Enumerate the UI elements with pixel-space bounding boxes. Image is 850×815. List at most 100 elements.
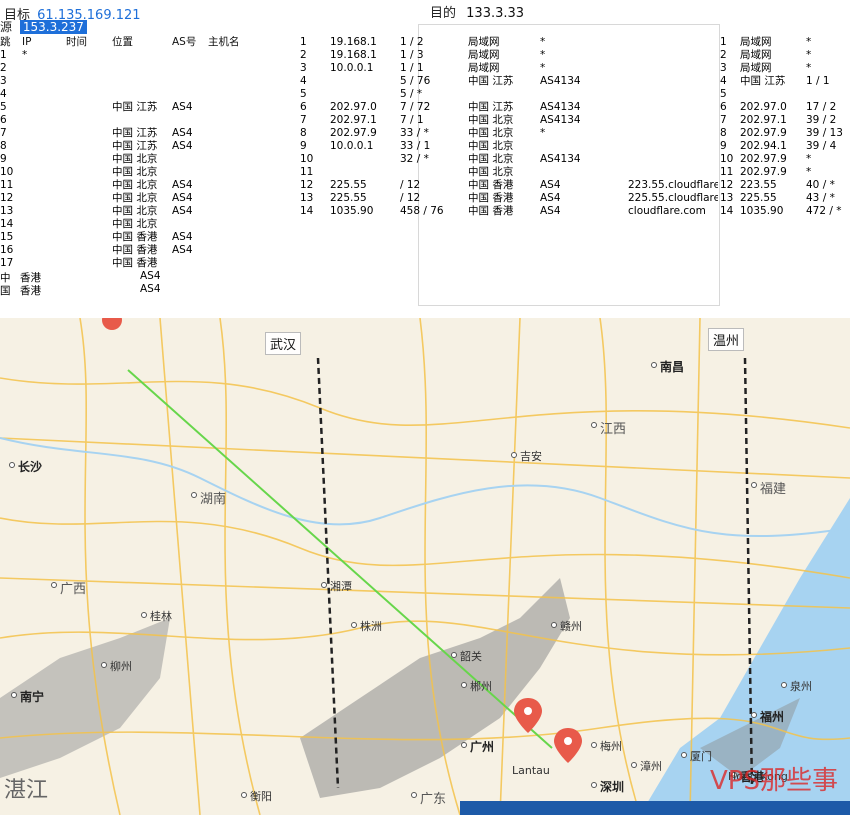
map-place-label[interactable]: 梅州: [600, 738, 622, 754]
table-row[interactable]: 15 中国 香港 AS4: [0, 231, 440, 244]
route-map[interactable]: 长沙 株洲 湘潭 衡阳 郴州 赣州 吉安 南昌 福州 厦门 泉州 漳州 梅州 韶关 广州 深圳 香港 桂林 柳州 南宁…: [0, 318, 850, 815]
table-row[interactable]: 2 19.168.1 1 / 3 局域网 *: [300, 49, 720, 62]
hop-cell: 6: [0, 114, 7, 126]
location-cell: 中国 北京: [112, 205, 158, 217]
hop-cell: 11: [720, 166, 734, 178]
table-row[interactable]: 1 局域网 *: [720, 36, 850, 49]
table-row[interactable]: 1 19.168.1 1 / 2 局域网 *: [300, 36, 720, 49]
left-sub-prefix: 源: [0, 20, 13, 34]
as-cell: AS4134: [540, 114, 581, 126]
city-dot: [631, 762, 637, 768]
city-dot: [591, 422, 597, 428]
table-row[interactable]: 8 202.97.9 33 / * 中国 北京 *: [300, 127, 720, 140]
traceroute-panel: 目标 61.135.169.121 源 153.3.237 跳 IP 时间 位置…: [0, 0, 850, 318]
table-row[interactable]: 11 中国 北京: [300, 166, 720, 179]
map-pin[interactable]: [102, 318, 122, 330]
map-control-right[interactable]: 温州: [708, 328, 745, 351]
as-cell: AS4: [140, 270, 161, 282]
right-title-ip[interactable]: 133.3.33: [466, 6, 524, 21]
map-place-label[interactable]: 湘潭: [330, 578, 352, 594]
map-pin[interactable]: [514, 698, 542, 733]
location-cell: 1035.90: [740, 205, 784, 217]
table-row[interactable]: 14 1035.90 458 / 76 中国 香港 AS4 cloudflare.com: [300, 205, 720, 218]
map-place-label[interactable]: 湖南: [200, 488, 226, 507]
city-dot: [751, 712, 757, 718]
table-row[interactable]: 12225.55/ 12中国 香港AS4223.55.cloudflare.co…: [300, 179, 720, 192]
city-dot: [781, 682, 787, 688]
map-place-label[interactable]: 南宁: [20, 688, 44, 705]
hop-cell: 11: [300, 166, 314, 178]
table-row[interactable]: 14 中国 北京: [0, 218, 440, 231]
city-dot: [461, 742, 467, 748]
map-control-left[interactable]: 武汉: [265, 332, 302, 355]
table-row[interactable]: 45 / 76 中国 江苏 AS4134: [300, 75, 720, 88]
city-dot: [461, 682, 467, 688]
table-row[interactable]: 3 10.0.0.1 1 / 1 局域网 *: [300, 62, 720, 75]
table-row[interactable]: 11 202.97.9 *: [720, 166, 850, 179]
map-place-label[interactable]: 广东: [420, 788, 446, 807]
location-cell: 中国 香港: [112, 244, 158, 256]
map-place-label[interactable]: 衡阳: [250, 788, 272, 804]
table-row[interactable]: 9 10.0.0.1 33 / 1 中国 北京: [300, 140, 720, 153]
table-row[interactable]: 13 225.55 43 / *: [720, 192, 850, 205]
city-dot: [9, 462, 15, 468]
hop-cell: 16: [0, 244, 14, 256]
map-place-label[interactable]: 郴州: [470, 678, 492, 694]
map-place-label[interactable]: 韶关: [460, 648, 482, 664]
city-dot: [51, 582, 57, 588]
ip-cell: 10.0.0.1: [330, 62, 374, 74]
map-place-label[interactable]: 深圳: [600, 778, 624, 795]
as-cell: AS4: [140, 283, 161, 295]
ip-cell: 10.0.0.1: [330, 140, 374, 152]
table-row[interactable]: 7 202.97.1 39 / 2: [720, 114, 850, 127]
map-place-label[interactable]: 福州: [760, 708, 784, 725]
table-row[interactable]: 16 中国 香港 AS4: [0, 244, 440, 257]
table-row[interactable]: 13225.55/ 12中国 香港AS4225.55.cloudflare.co…: [300, 192, 720, 205]
ip-cell: 202.97.9: [330, 127, 377, 139]
left-sub-ip[interactable]: 153.3.237: [19, 20, 87, 34]
map-place-label[interactable]: 长沙: [18, 458, 42, 475]
map-pin[interactable]: [554, 728, 582, 763]
map-place-label[interactable]: 南昌: [660, 358, 684, 375]
table-row[interactable]: 17 中国 香港: [0, 257, 440, 270]
table-row[interactable]: 14 1035.90 472 / *: [720, 205, 850, 218]
table-row[interactable]: 3 局域网 *: [720, 62, 850, 75]
hop-cell: 5: [300, 88, 307, 100]
map-place-label[interactable]: 漳州: [640, 758, 662, 774]
road: [159, 318, 201, 815]
road: [0, 437, 850, 479]
map-place-label[interactable]: 广西: [60, 578, 86, 597]
map-place-label[interactable]: 桂林: [150, 608, 172, 624]
map-place-label[interactable]: 江西: [600, 418, 626, 437]
table-row[interactable]: 2 局域网 *: [720, 49, 850, 62]
table-row[interactable]: 10 202.97.9 *: [720, 153, 850, 166]
table-row[interactable]: 10 32 / * 中国 北京 AS4134: [300, 153, 720, 166]
hop-cell: 9: [720, 140, 727, 152]
ip-cell: 19.168.1: [330, 49, 377, 61]
map-place-label[interactable]: 柳州: [110, 658, 132, 674]
map-place-label[interactable]: 株洲: [360, 618, 382, 634]
location-cell: 局域网: [740, 49, 772, 61]
hop-cell: 15: [0, 231, 14, 243]
table-row[interactable]: 9 202.94.1 39 / 4: [720, 140, 850, 153]
location-cell: 中国 江苏: [112, 140, 158, 152]
table-row[interactable]: 12 223.55 40 / *: [720, 179, 850, 192]
map-canvas[interactable]: [0, 318, 850, 815]
hop-cell: 10: [0, 166, 14, 178]
map-place-label[interactable]: 福建: [760, 478, 786, 497]
map-place-label[interactable]: 吉安: [520, 448, 542, 464]
map-place-label[interactable]: 赣州: [560, 618, 582, 634]
road: [219, 318, 261, 815]
map-place-label[interactable]: 厦门: [690, 748, 712, 764]
table-row[interactable]: 7 202.97.1 7 / 1 中国 北京 AS4134: [300, 114, 720, 127]
map-place-label[interactable]: 泉州: [790, 678, 812, 694]
table-row[interactable]: 5 5 / *: [300, 88, 720, 101]
hop-cell: 4: [300, 75, 307, 87]
table-row[interactable]: 6 202.97.0 17 / 2: [720, 101, 850, 114]
as-cell: AS4134: [540, 75, 581, 87]
table-row[interactable]: 4 中国 江苏 1 / 1: [720, 75, 850, 88]
table-row[interactable]: 5: [720, 88, 850, 101]
map-place-label[interactable]: 广州: [470, 738, 494, 755]
table-row[interactable]: 8 202.97.9 39 / 13: [720, 127, 850, 140]
table-row[interactable]: 6 202.97.0 7 / 72 中国 江苏 AS4134: [300, 101, 720, 114]
